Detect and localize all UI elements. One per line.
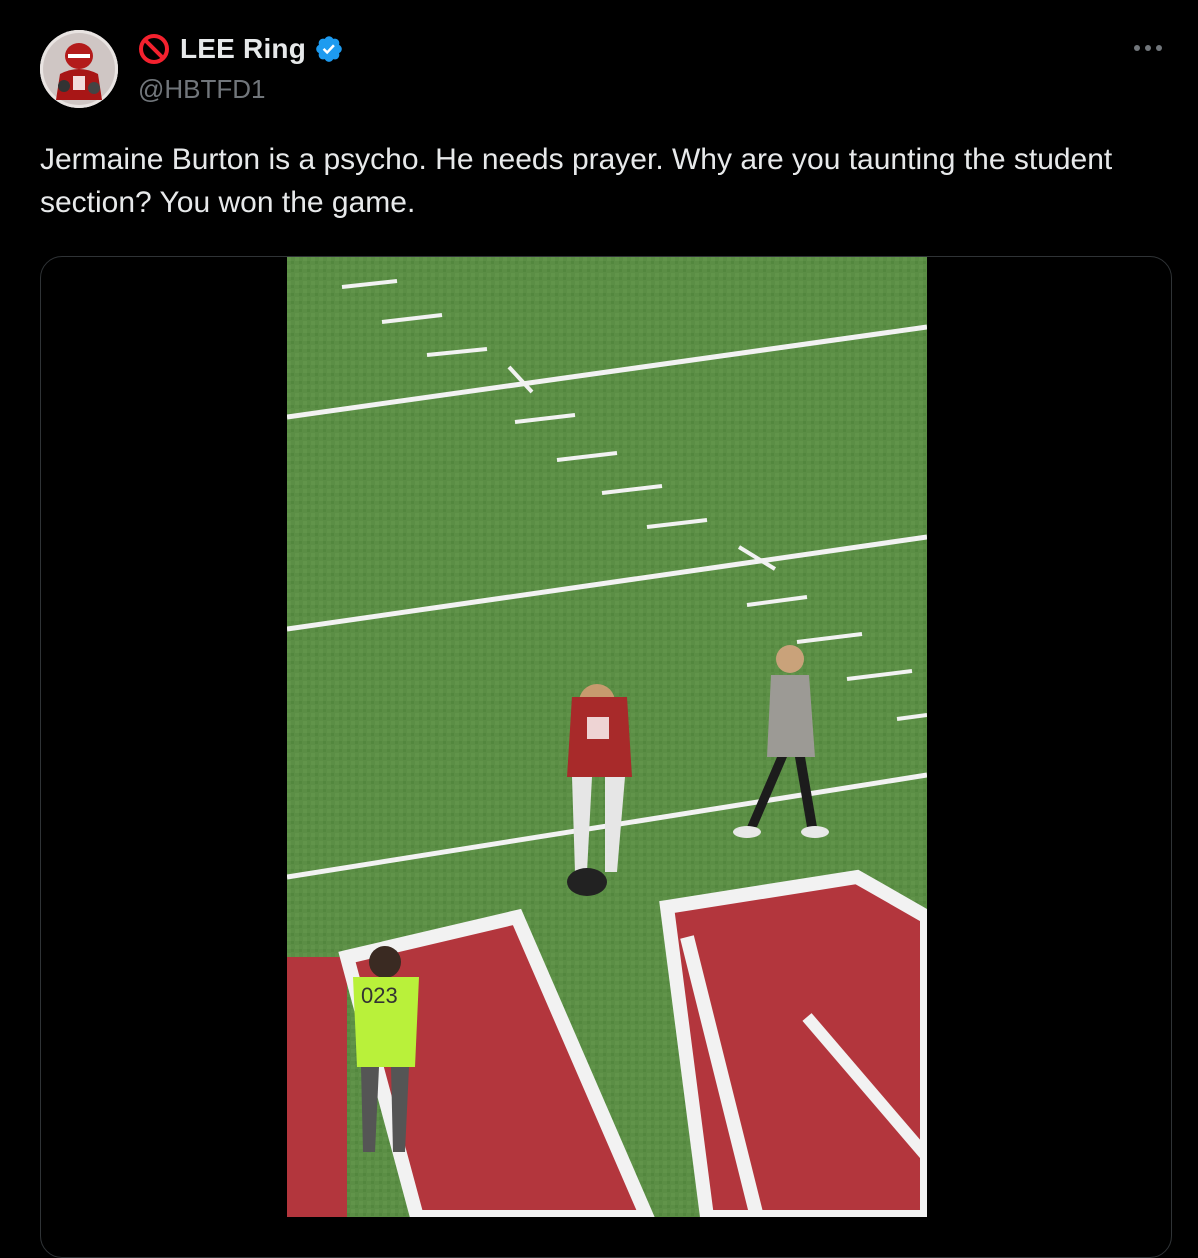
video-player[interactable]: 023 (287, 257, 927, 1217)
user-handle[interactable]: @HBTFD1 (138, 72, 344, 106)
verified-badge-icon[interactable] (314, 34, 344, 64)
tweet-text: Jermaine Burton is a psycho. He needs pr… (40, 143, 1113, 219)
no-entry-icon (138, 33, 170, 65)
display-name[interactable]: LEE Ring (180, 33, 306, 65)
more-horizontal-icon (1134, 45, 1162, 51)
media-container[interactable]: 023 (40, 256, 1172, 1258)
svg-text:023: 023 (361, 983, 398, 1008)
tweet-header: LEE Ring @HBTFD1 (138, 30, 344, 106)
football-player-avatar-icon (40, 30, 118, 108)
avatar[interactable] (40, 30, 118, 108)
football-field-video-frame: 023 (287, 257, 927, 1217)
more-options-button[interactable] (1128, 30, 1168, 66)
name-row[interactable]: LEE Ring (138, 30, 344, 68)
tweet-container: LEE Ring @HBTFD1 Jermaine Burton is a ps… (0, 0, 1198, 1258)
